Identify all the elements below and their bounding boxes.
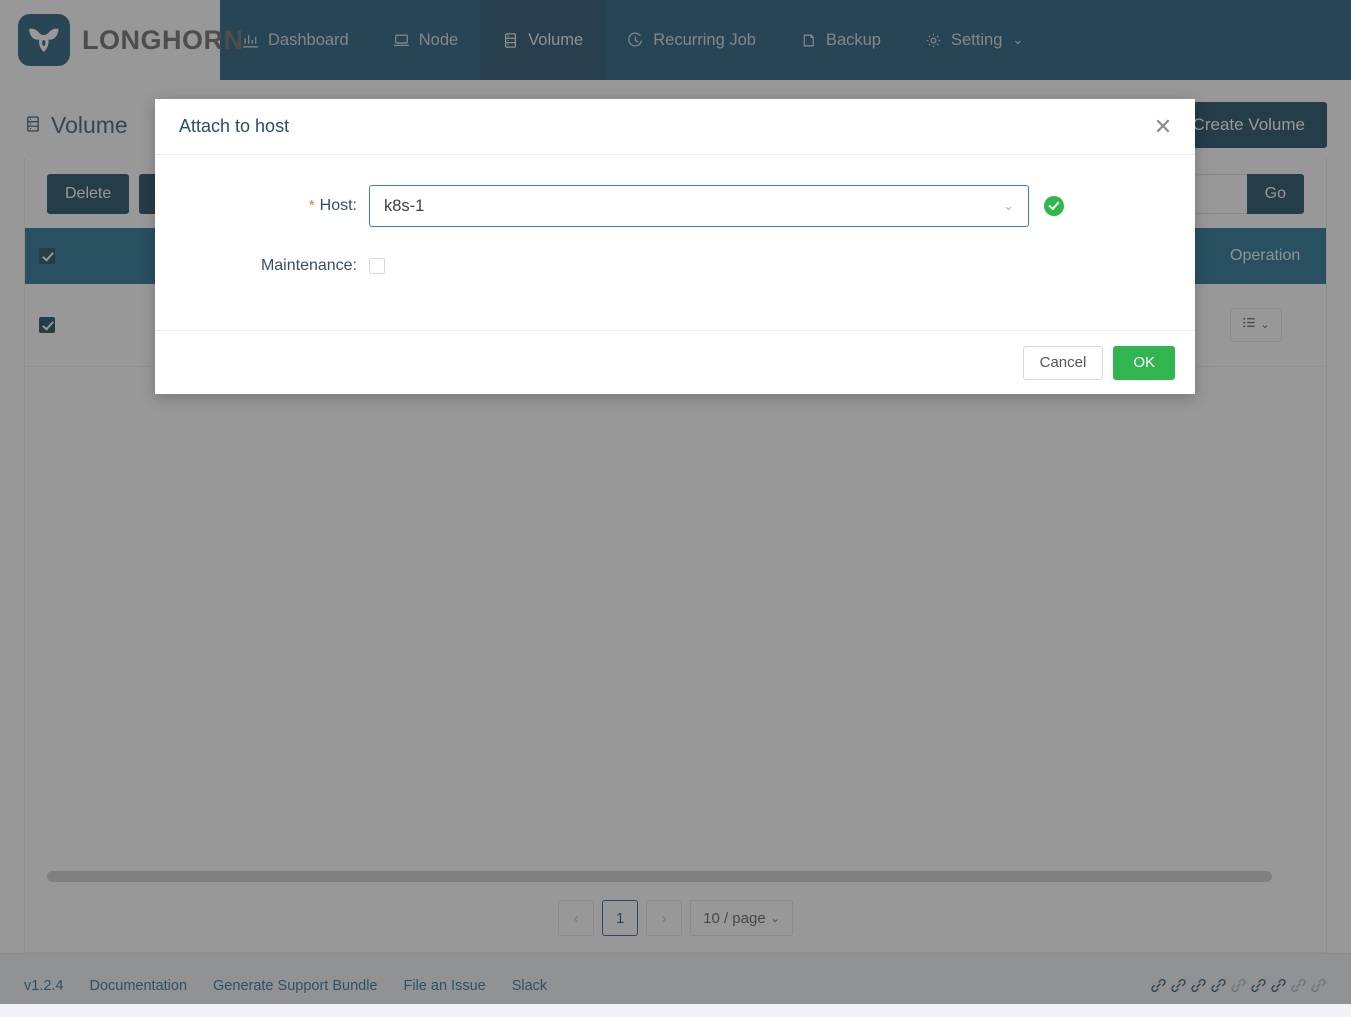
- check-circle-icon: [1044, 196, 1064, 216]
- dialog-body: * Host: k8s-1 ⌄ Maintenance:: [155, 155, 1195, 330]
- host-form-row: * Host: k8s-1 ⌄: [179, 185, 1171, 227]
- maintenance-form-row: Maintenance:: [179, 257, 1171, 275]
- dialog-footer: Cancel OK: [155, 330, 1195, 394]
- cancel-button[interactable]: Cancel: [1023, 346, 1104, 380]
- dialog-header: Attach to host ✕: [155, 99, 1195, 155]
- close-icon[interactable]: ✕: [1151, 116, 1175, 138]
- dialog-title: Attach to host: [179, 116, 289, 137]
- chevron-down-icon: ⌄: [1003, 198, 1014, 214]
- host-select-value: k8s-1: [384, 197, 424, 216]
- maintenance-checkbox[interactable]: [369, 258, 385, 274]
- required-marker: *: [309, 197, 315, 214]
- host-select[interactable]: k8s-1 ⌄: [369, 185, 1029, 227]
- maintenance-label: Maintenance:: [179, 257, 369, 275]
- attach-to-host-dialog: Attach to host ✕ * Host: k8s-1 ⌄ Maintena…: [155, 99, 1195, 394]
- host-label-text: Host:: [320, 197, 357, 214]
- host-label: * Host:: [179, 197, 369, 215]
- ok-button[interactable]: OK: [1113, 346, 1175, 380]
